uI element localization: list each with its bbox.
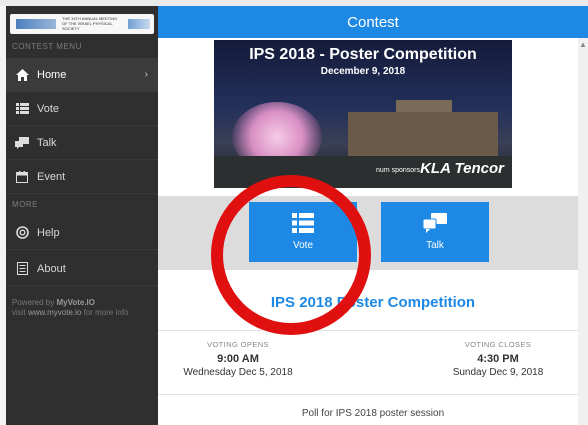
divider xyxy=(158,394,588,395)
voting-opens-time: 9:00 AM xyxy=(217,353,259,365)
app-header: Contest xyxy=(158,6,588,38)
sponsor-logo: KLA Tencor xyxy=(420,160,504,177)
sidebar-item-help[interactable]: Help xyxy=(6,216,158,250)
banner-sponsor-text: num sponsors xyxy=(376,167,420,174)
page-title: Contest xyxy=(347,13,399,31)
voting-closes-date: Sunday Dec 9, 2018 xyxy=(452,367,544,378)
voting-closes-label: VOTING CLOSES xyxy=(464,340,532,349)
sidebar-item-label: Home xyxy=(37,68,67,81)
scroll-up-arrow-icon[interactable]: ▲ xyxy=(579,40,587,49)
sidebar-item-talk[interactable]: Talk xyxy=(6,126,158,160)
banner-title: IPS 2018 - Poster Competition xyxy=(249,46,477,63)
chevron-right-icon: › xyxy=(144,69,148,80)
logo-text: THE 34TH ANNUAL MEETING OF THE ISRAEL PH… xyxy=(62,16,118,31)
sidebar-item-event[interactable]: Event xyxy=(6,160,158,194)
sidebar-item-home[interactable]: Home › xyxy=(6,58,158,92)
document-icon xyxy=(15,262,29,276)
home-icon xyxy=(15,68,29,82)
list-icon xyxy=(15,102,29,116)
chat-icon xyxy=(15,136,29,150)
highlight-circle-annotation xyxy=(211,175,371,335)
sidebar-item-label: Help xyxy=(37,226,60,239)
lifebuoy-icon xyxy=(15,226,29,240)
conference-logo: THE 34TH ANNUAL MEETING OF THE ISRAEL PH… xyxy=(10,14,154,34)
chat-icon xyxy=(422,213,447,236)
sidebar-item-about[interactable]: About xyxy=(6,252,158,286)
banner-date: December 9, 2018 xyxy=(320,66,406,77)
voting-opens-date: Wednesday Dec 5, 2018 xyxy=(183,367,293,378)
sidebar-item-label: Event xyxy=(37,170,66,183)
calendar-icon xyxy=(15,170,29,184)
powered-by-text: Powered by MyVote.IO visit www.myvote.io… xyxy=(12,298,129,317)
voting-opens-label: VOTING OPENS xyxy=(207,340,269,349)
divider xyxy=(158,330,588,331)
sidebar: THE 34TH ANNUAL MEETING OF THE ISRAEL PH… xyxy=(6,6,158,425)
sidebar-item-label: Talk xyxy=(37,136,57,149)
voting-opens-block: VOTING OPENS 9:00 AM Wednesday Dec 5, 20… xyxy=(158,340,318,378)
voting-closes-time: 4:30 PM xyxy=(477,353,519,365)
logo-mark-right xyxy=(128,19,150,29)
sidebar-item-label: Vote xyxy=(37,102,60,115)
sidebar-item-vote[interactable]: Vote xyxy=(6,92,158,126)
contest-banner-image: IPS 2018 - Poster Competition December 9… xyxy=(214,40,512,188)
powered-brand: MyVote.IO xyxy=(56,298,95,307)
logo-mark-left xyxy=(16,19,56,29)
myvote-link[interactable]: www.myvote.io xyxy=(28,308,81,317)
content-scrollbar[interactable]: ▲ xyxy=(578,38,588,425)
section-label-more: MORE xyxy=(12,200,38,209)
section-label-contest-menu: CONTEST MENU xyxy=(12,42,82,51)
voting-closes-block: VOTING CLOSES 4:30 PM Sunday Dec 9, 2018 xyxy=(418,340,578,378)
talk-button[interactable]: Talk xyxy=(381,202,489,262)
poll-description: Poll for IPS 2018 poster session xyxy=(301,408,445,419)
sidebar-item-label: About xyxy=(37,262,66,275)
talk-button-label: Talk xyxy=(426,240,444,251)
banner-building xyxy=(348,112,498,156)
